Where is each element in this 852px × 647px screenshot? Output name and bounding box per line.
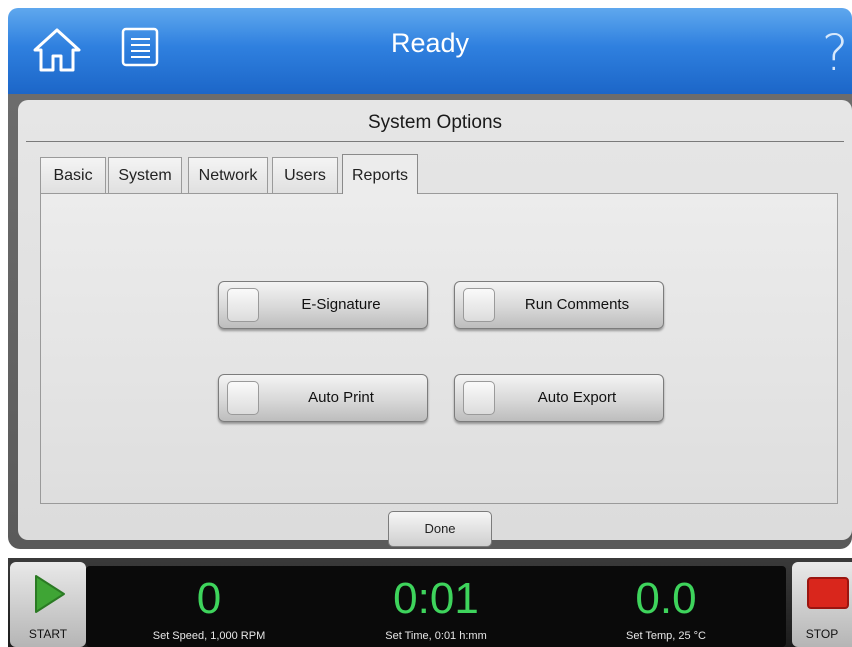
speed-setpoint: Set Speed, 1,000 RPM [152,630,266,642]
tab-users[interactable]: Users [272,157,338,193]
run-comments-toggle[interactable]: Run Comments [454,281,664,329]
run-display: 0 Set Speed, 1,000 RPM 0:01 Set Time, 0:… [86,566,786,647]
time-setpoint: Set Time, 0:01 h:mm [385,630,487,642]
option-label: E-Signature [301,296,381,313]
e-signature-toggle[interactable]: E-Signature [218,281,428,329]
system-options-dialog: System Options Basic System Network User… [18,100,852,547]
option-label: Auto Print [308,389,374,406]
stop-button[interactable]: STOP [792,562,852,647]
auto-export-toggle[interactable]: Auto Export [454,374,664,422]
divider [26,141,844,142]
start-button[interactable]: START [10,562,86,647]
title-bar: Ready ? [8,8,852,94]
start-label: START [28,627,68,641]
option-label: Auto Export [537,389,617,406]
checkbox [463,288,495,322]
status-title: Ready [390,28,470,58]
tab-reports[interactable]: Reports [342,154,418,194]
checkbox [463,381,495,415]
checkbox [227,381,259,415]
temp-value: 0.0 [635,574,697,623]
tab-basic[interactable]: Basic [40,157,106,193]
time-readout: 0:01 Set Time, 0:01 h:mm [321,566,551,642]
done-button[interactable]: Done [388,511,492,547]
temp-readout: 0.0 Set Temp, 25 °C [551,566,781,642]
stop-label: STOP [805,627,839,641]
stop-icon [807,577,849,609]
speed-value: 0 [196,574,222,623]
temp-setpoint: Set Temp, 25 °C [625,630,706,642]
tab-system[interactable]: System [108,157,182,193]
time-value: 0:01 [393,574,479,623]
dialog-title: System Options [367,112,503,133]
checkbox [227,288,259,322]
option-label: Run Comments [524,296,630,313]
auto-print-toggle[interactable]: Auto Print [218,374,428,422]
play-icon [35,575,65,613]
tab-network[interactable]: Network [188,157,268,193]
reports-panel: E-Signature Run Comments Auto Print Auto… [40,193,838,504]
help-icon[interactable]: ? [818,22,852,84]
speed-readout: 0 Set Speed, 1,000 RPM [94,566,324,642]
